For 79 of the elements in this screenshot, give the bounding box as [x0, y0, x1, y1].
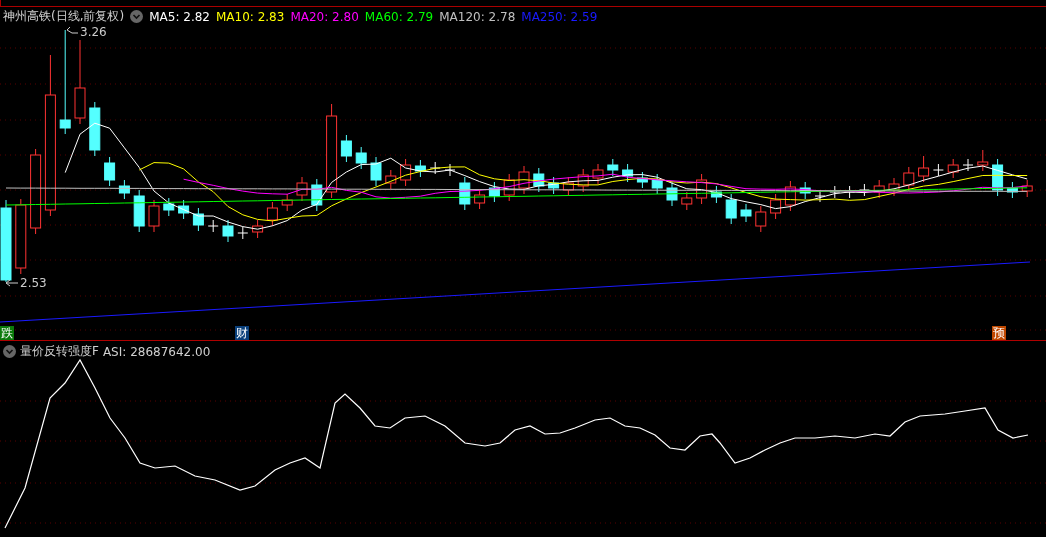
candlestick [725, 193, 737, 225]
event-badge[interactable]: 财 [235, 326, 249, 340]
candlestick [918, 155, 930, 183]
candlestick [133, 189, 145, 233]
low-price-label: 2.53 [20, 277, 47, 289]
candlestick [104, 156, 116, 187]
candlestick [1021, 179, 1033, 198]
candlestick [459, 176, 471, 211]
candlestick [474, 188, 486, 210]
candlestick [340, 134, 352, 163]
candlestick [903, 166, 915, 192]
candlestick [414, 159, 426, 178]
low-arrow-icon [5, 279, 19, 287]
candlestick [947, 158, 959, 179]
moving-average-label: MA250: 2.59 [521, 9, 598, 24]
candlestick [311, 178, 323, 212]
candlestick [444, 163, 456, 177]
candlestick [710, 185, 722, 204]
high-price-label: 3.26 [80, 26, 107, 38]
candlestick [237, 226, 249, 240]
candlestick [118, 179, 130, 200]
candlestick [548, 176, 560, 195]
dropdown-icon[interactable] [3, 345, 16, 358]
indicator-title: 量价反转强度F [20, 343, 99, 360]
moving-average-label: MA60: 2.79 [364, 9, 434, 24]
candlestick [814, 189, 826, 203]
candlestick [636, 171, 648, 189]
candlestick [622, 163, 634, 183]
indicator-reading: ASI: 28687642.00 [102, 344, 211, 359]
candlestick [888, 177, 900, 197]
candlestick [533, 167, 545, 193]
candlestick [89, 101, 101, 157]
candlestick [266, 201, 278, 227]
candlestick [400, 158, 412, 187]
candlestick [518, 165, 530, 195]
candlestick [148, 199, 160, 233]
candlestick [607, 158, 619, 177]
candlestick [178, 199, 190, 220]
candlestick [992, 158, 1004, 197]
event-badge[interactable]: 预 [992, 326, 1006, 340]
candlestick [829, 185, 841, 199]
candlestick [666, 181, 678, 207]
candlestick [488, 181, 500, 203]
moving-average-label: MA120: 2.78 [439, 9, 516, 24]
candlestick [222, 219, 234, 243]
moving-average-label: MA10: 2.83 [215, 9, 285, 24]
dropdown-icon[interactable] [130, 10, 144, 23]
candlestick [651, 173, 663, 195]
candlestick [1006, 181, 1018, 199]
candlestick [681, 191, 693, 211]
candlestick [207, 219, 219, 233]
candlestick [784, 180, 796, 212]
candlestick [755, 205, 767, 233]
candlestick [385, 169, 397, 190]
candlestick [962, 158, 974, 172]
candlestick [592, 163, 604, 185]
candlestick [370, 156, 382, 187]
candlestick [562, 176, 574, 197]
candlestick [858, 183, 870, 197]
moving-average-label: MA20: 2.80 [290, 9, 359, 24]
candlestick [770, 193, 782, 220]
high-arrow-icon [66, 26, 79, 34]
candlestick [192, 207, 204, 232]
candlestick [799, 181, 811, 200]
candlestick [355, 146, 367, 170]
candlestick [977, 149, 989, 172]
candlestick [932, 163, 944, 177]
event-badge[interactable]: 跌 [0, 326, 14, 340]
moving-average-label: MA5: 2.82 [149, 9, 210, 24]
candlestick [873, 179, 885, 199]
candlestick [296, 176, 308, 202]
candlestick [281, 193, 293, 212]
candlestick [577, 168, 589, 193]
candlestick [696, 173, 708, 205]
candlestick [252, 219, 264, 239]
candlestick [163, 197, 175, 217]
stock-title: 神州高铁(日线,前复权) [3, 8, 125, 25]
candlestick [740, 203, 752, 223]
candlestick [503, 173, 515, 202]
